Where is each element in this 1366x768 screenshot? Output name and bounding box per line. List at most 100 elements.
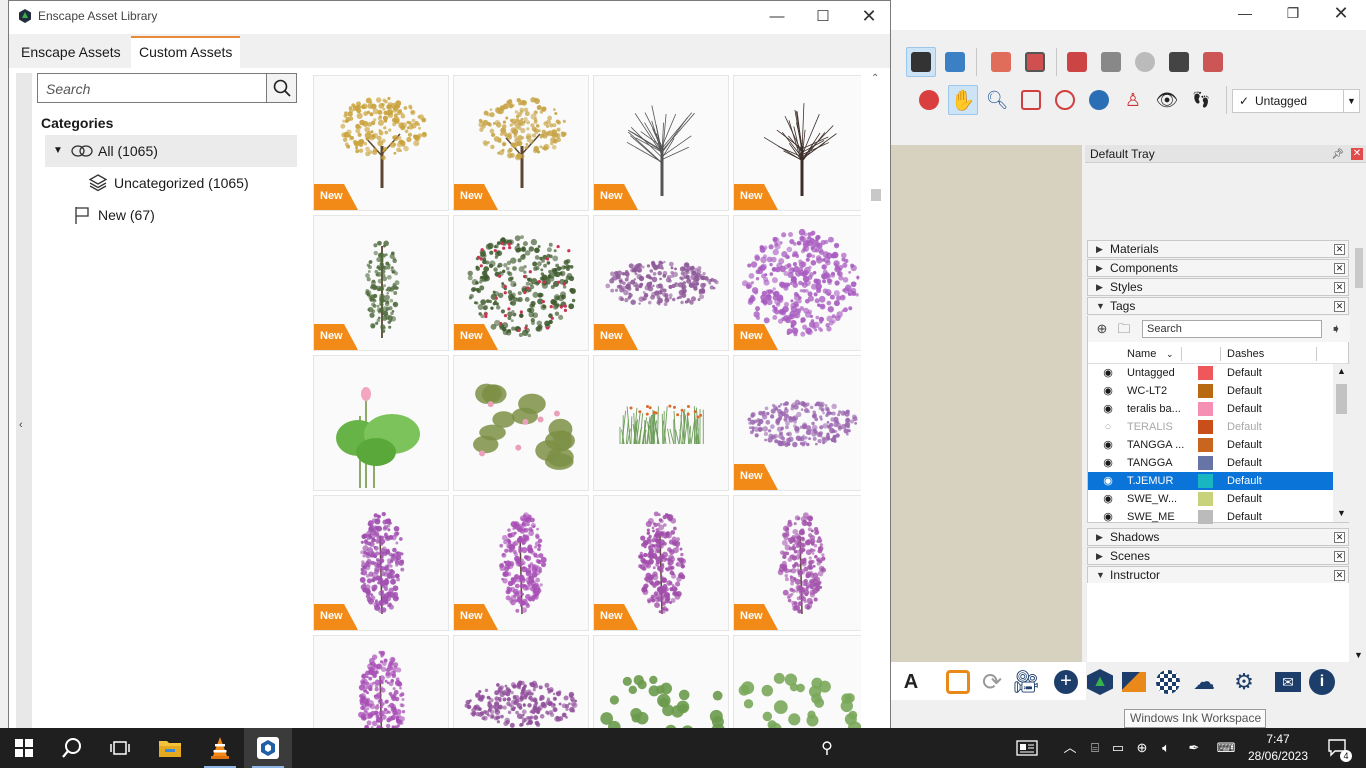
tag-color-swatch[interactable] bbox=[1198, 384, 1213, 398]
asset-tile[interactable]: New bbox=[593, 495, 729, 631]
tag-color-swatch[interactable] bbox=[1198, 420, 1213, 434]
tag-dashes[interactable]: Default bbox=[1227, 418, 1262, 436]
enscape-sync-button[interactable]: ⟳ bbox=[976, 666, 1008, 698]
asset-tile[interactable]: New bbox=[313, 215, 449, 351]
asset-tile[interactable]: New bbox=[733, 75, 861, 211]
eye-icon[interactable]: ◉ bbox=[1101, 364, 1115, 382]
sandbox-button[interactable] bbox=[1062, 47, 1092, 77]
model-viewport[interactable] bbox=[890, 145, 1082, 662]
grid-button[interactable] bbox=[1020, 47, 1050, 77]
asset-tile[interactable]: New bbox=[313, 75, 449, 211]
pan-button[interactable]: ✋ bbox=[948, 85, 978, 115]
minimize-button[interactable]: — bbox=[754, 1, 800, 31]
about-button[interactable]: i bbox=[1306, 666, 1338, 698]
scroll-up-icon[interactable]: ▲ bbox=[1337, 366, 1346, 376]
chevron-down-icon[interactable]: ▼ bbox=[1343, 90, 1359, 112]
close-icon[interactable]: ✕ bbox=[1334, 282, 1345, 293]
tab-custom-assets[interactable]: Custom Assets bbox=[131, 36, 241, 68]
settings-button[interactable]: ⚙ bbox=[1228, 666, 1260, 698]
close-button[interactable]: ✕ bbox=[1318, 0, 1364, 26]
zoom-button[interactable]: 🔍︎ bbox=[982, 85, 1012, 115]
section-tool-button[interactable] bbox=[940, 47, 970, 77]
eye-icon[interactable]: ◉ bbox=[1101, 400, 1115, 418]
close-icon[interactable]: ✕ bbox=[1334, 532, 1345, 543]
pin-icon[interactable]: 📌︎ bbox=[1331, 146, 1344, 164]
asset-tile[interactable]: New bbox=[593, 215, 729, 351]
feedback-button[interactable]: ✉ bbox=[1272, 666, 1304, 698]
zoom-window-button[interactable] bbox=[1016, 85, 1046, 115]
asset-search-input[interactable]: Search bbox=[37, 73, 297, 103]
chevron-left-icon[interactable]: ‹ bbox=[19, 419, 23, 431]
panel-shadows[interactable]: ▶ Shadows ✕ bbox=[1087, 528, 1349, 546]
panel-scenes[interactable]: ▶ Scenes ✕ bbox=[1087, 547, 1349, 565]
clock[interactable]: 7:47 28/06/2023 bbox=[1240, 731, 1316, 765]
stamp-button[interactable] bbox=[1096, 47, 1126, 77]
notifications-button[interactable]: 4 bbox=[1318, 728, 1358, 768]
restore-button[interactable]: ❐ bbox=[1270, 0, 1316, 26]
sketchup-button[interactable] bbox=[244, 728, 292, 768]
scroll-down-icon[interactable]: ▼ bbox=[1337, 508, 1346, 518]
zoom-extents-button[interactable] bbox=[1050, 85, 1080, 115]
collapse-triangle-icon[interactable]: ▼ bbox=[53, 135, 63, 167]
material-editor-button[interactable] bbox=[1118, 666, 1150, 698]
add-view-button[interactable]: + bbox=[1050, 666, 1082, 698]
tag-color-swatch[interactable] bbox=[1198, 456, 1213, 470]
eye-icon[interactable]: ◉ bbox=[1101, 436, 1115, 454]
keyboard-icon[interactable]: ⌨ bbox=[1214, 740, 1238, 756]
search-button[interactable] bbox=[48, 728, 96, 768]
name-column-header[interactable]: Name bbox=[1127, 344, 1156, 364]
maximize-button[interactable]: ☐ bbox=[800, 1, 846, 31]
add-tag-icon[interactable]: ⊕ bbox=[1094, 321, 1110, 337]
tags-search-input[interactable]: Search bbox=[1142, 320, 1322, 338]
tag-dashes[interactable]: Default bbox=[1227, 364, 1262, 382]
drape-button[interactable] bbox=[1130, 47, 1160, 77]
tag-dashes[interactable]: Default bbox=[1227, 436, 1262, 454]
panel-instructor[interactable]: ▼ Instructor ✕ bbox=[1087, 566, 1349, 584]
details-arrow-icon[interactable]: ➧ bbox=[1328, 321, 1344, 337]
text-tool-button[interactable]: A bbox=[895, 666, 927, 698]
asset-tile[interactable] bbox=[313, 635, 449, 728]
tag-color-swatch[interactable] bbox=[1198, 366, 1213, 380]
asset-tile[interactable] bbox=[733, 635, 861, 728]
file-explorer-button[interactable] bbox=[146, 728, 194, 768]
checker-button[interactable] bbox=[1152, 666, 1184, 698]
asset-tile[interactable] bbox=[313, 355, 449, 491]
category-uncategorized[interactable]: Uncategorized (1065) bbox=[85, 167, 297, 199]
vlc-button[interactable] bbox=[196, 728, 244, 768]
category-all[interactable]: ▼ All (1065) bbox=[45, 135, 297, 167]
scroll-down-icon[interactable]: ▼ bbox=[1354, 650, 1363, 660]
close-icon[interactable]: ✕ bbox=[1334, 244, 1345, 255]
add-folder-icon[interactable]: 🗀︎ bbox=[1116, 321, 1132, 337]
tag-dashes[interactable]: Default bbox=[1227, 472, 1262, 490]
flip-edge-button[interactable] bbox=[1198, 47, 1228, 77]
tag-row[interactable]: ◉ SWE_W... Default bbox=[1088, 490, 1333, 508]
asset-tile[interactable] bbox=[593, 355, 729, 491]
volume-icon[interactable]: 🔈︎ bbox=[1158, 740, 1174, 756]
previous-view-button[interactable] bbox=[1084, 85, 1114, 115]
enscape-start-button[interactable] bbox=[942, 666, 974, 698]
task-view-button[interactable] bbox=[96, 728, 144, 768]
tag-tool-button[interactable] bbox=[906, 47, 936, 77]
eye-hidden-icon[interactable]: ○ bbox=[1101, 418, 1115, 436]
network-globe-icon[interactable]: ⊕ bbox=[1134, 740, 1150, 756]
tag-row[interactable]: ◉ TANGGA Default bbox=[1088, 454, 1333, 472]
tag-color-swatch[interactable] bbox=[1198, 510, 1213, 524]
tag-row[interactable]: ◉ WC-LT2 Default bbox=[1088, 382, 1333, 400]
panel-components[interactable]: ▶ Components ✕ bbox=[1087, 259, 1349, 277]
collapse-sidebar-strip[interactable]: ‹ bbox=[16, 73, 32, 728]
eye-icon[interactable]: ◉ bbox=[1101, 382, 1115, 400]
tag-dashes[interactable]: Default bbox=[1227, 382, 1262, 400]
scroll-up-icon[interactable]: ⌃ bbox=[871, 73, 879, 84]
meet-now-icon[interactable]: ⌸ bbox=[1087, 740, 1103, 756]
tag-row[interactable]: ◉ T.JEMUR Default bbox=[1088, 472, 1333, 490]
minimize-button[interactable]: — bbox=[1222, 0, 1268, 26]
eye-icon[interactable]: ◉ bbox=[1101, 472, 1115, 490]
tag-dashes[interactable]: Default bbox=[1227, 400, 1262, 418]
tag-row[interactable]: ○ TERALIS Default bbox=[1088, 418, 1333, 436]
scroll-thumb[interactable] bbox=[871, 189, 881, 201]
close-icon[interactable]: ✕ bbox=[1334, 551, 1345, 562]
asset-tile[interactable]: New bbox=[453, 495, 589, 631]
chevron-up-icon[interactable]: ︿ bbox=[1062, 740, 1078, 756]
dashes-column-header[interactable]: Dashes bbox=[1227, 344, 1264, 364]
asset-tile[interactable]: New bbox=[593, 75, 729, 211]
